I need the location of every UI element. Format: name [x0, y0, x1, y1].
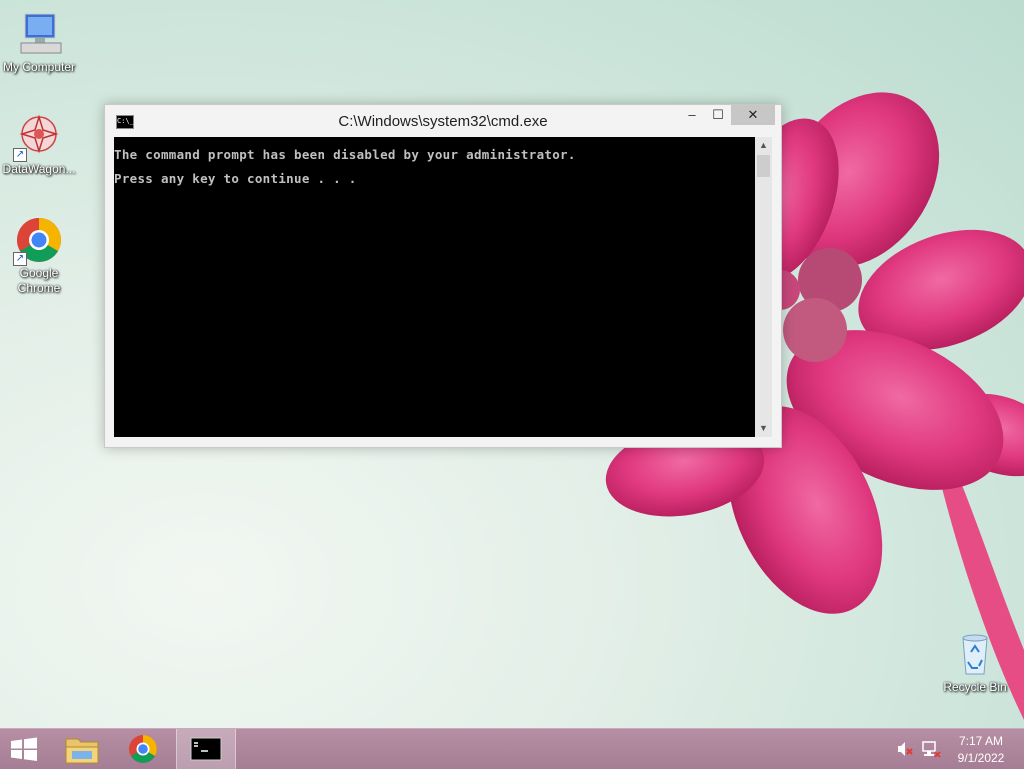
- console-line: The command prompt has been disabled by …: [114, 147, 576, 162]
- clock-date: 9/1/2022: [957, 751, 1005, 765]
- desktop-icon-label: DataWagon...: [2, 162, 76, 176]
- chrome-icon: ↗: [13, 216, 63, 266]
- clock-time: 7:17 AM: [958, 734, 1004, 748]
- cmd-icon: [190, 737, 222, 761]
- clock[interactable]: 7:17 AM 9/1/2022: [944, 729, 1018, 769]
- datawagon-icon: ↗: [13, 112, 63, 162]
- shortcut-arrow-icon: ↗: [13, 148, 27, 162]
- shortcut-arrow-icon: ↗: [13, 252, 27, 266]
- computer-icon: [15, 10, 63, 58]
- cmd-window[interactable]: C:\_ C:\Windows\system32\cmd.exe – ☐ ✕ T…: [104, 104, 782, 448]
- desktop-icon-datawagon[interactable]: ↗ DataWagon...: [0, 112, 78, 177]
- desktop: My Computer ↗ DataWagon... ↗ Google Chro…: [0, 0, 1024, 728]
- folder-icon: [65, 738, 99, 764]
- console-line: Press any key to continue . . .: [114, 171, 357, 186]
- recycle-bin-icon: [951, 630, 999, 678]
- start-button[interactable]: [0, 729, 48, 769]
- taskbar-command-prompt[interactable]: [176, 729, 236, 769]
- desktop-icon-google-chrome[interactable]: ↗ Google Chrome: [0, 216, 78, 296]
- desktop-icon-recycle-bin[interactable]: Recycle Bin: [936, 630, 1014, 695]
- windows-logo-icon: [11, 737, 37, 761]
- vertical-scrollbar[interactable]: ▲ ▼: [755, 137, 772, 437]
- desktop-icon-my-computer[interactable]: My Computer: [0, 10, 78, 75]
- scroll-thumb[interactable]: [757, 155, 770, 177]
- taskbar: 7:17 AM 9/1/2022: [0, 728, 1024, 769]
- desktop-icon-label: My Computer: [2, 60, 76, 74]
- chrome-icon: [129, 735, 157, 763]
- desktop-icon-label: Recycle Bin: [943, 680, 1007, 694]
- title-bar[interactable]: C:\_ C:\Windows\system32\cmd.exe – ☐ ✕: [105, 105, 781, 137]
- minimize-button[interactable]: –: [679, 105, 705, 125]
- desktop-icon-label: Google Chrome: [17, 266, 61, 295]
- close-button[interactable]: ✕: [731, 105, 775, 125]
- maximize-button[interactable]: ☐: [705, 105, 731, 125]
- tray-network-icon[interactable]: [920, 729, 942, 769]
- taskbar-file-explorer[interactable]: [58, 729, 106, 769]
- console-output[interactable]: The command prompt has been disabled by …: [114, 137, 755, 437]
- scroll-up-icon[interactable]: ▲: [755, 137, 772, 154]
- tray-sound-muted-icon[interactable]: [894, 729, 916, 769]
- taskbar-google-chrome[interactable]: [118, 729, 168, 769]
- scroll-down-icon[interactable]: ▼: [755, 420, 772, 437]
